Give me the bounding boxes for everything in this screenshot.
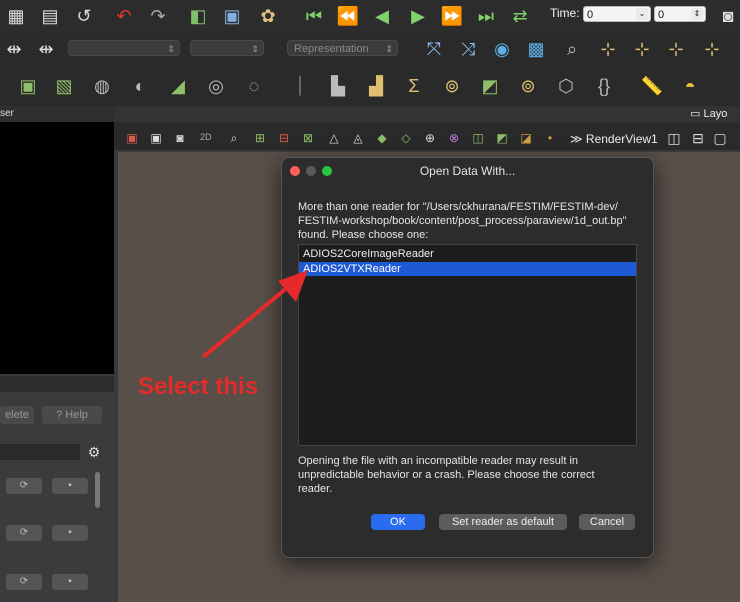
annotation-text: Select this bbox=[138, 373, 259, 400]
annotation-arrow bbox=[201, 270, 308, 359]
